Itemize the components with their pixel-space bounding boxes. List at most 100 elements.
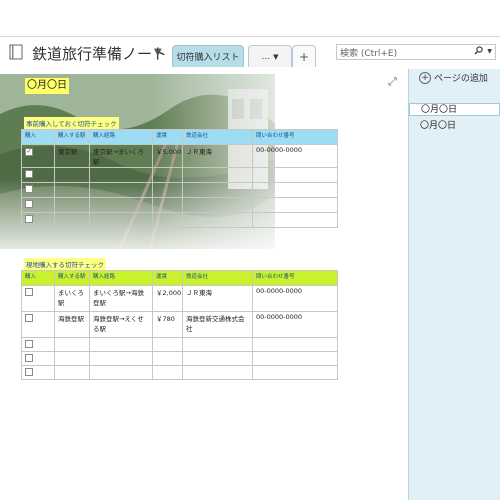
cell-route[interactable]: 東京駅→まいくろ駅	[89, 144, 153, 168]
cell-company[interactable]: ＪＲ東海	[182, 144, 253, 168]
cell-company[interactable]	[182, 197, 253, 213]
add-section-tab[interactable]: +	[292, 45, 316, 67]
cell-station[interactable]: まいくろ駅	[54, 285, 90, 312]
table-row[interactable]	[21, 197, 338, 213]
checkbox-cell[interactable]	[21, 285, 55, 312]
cell-fare[interactable]	[152, 212, 183, 228]
cell-route[interactable]	[89, 337, 153, 352]
cell-station[interactable]	[54, 337, 90, 352]
cell-fare[interactable]	[152, 337, 183, 352]
cell-fare[interactable]: ￥780	[152, 311, 183, 338]
cell-phone[interactable]: 00-0000-0000	[252, 311, 338, 338]
cell-station[interactable]	[54, 182, 90, 198]
table-row[interactable]: まいくろ駅 まいくろ駅→海鉄登駅 ￥2,000 ＪＲ東海 00-0000-0000	[21, 285, 338, 312]
search-icon[interactable]	[474, 46, 483, 58]
checkbox-cell[interactable]	[21, 337, 55, 352]
cell-station[interactable]	[54, 212, 90, 228]
checkbox[interactable]	[25, 368, 33, 376]
table-row[interactable]: 海鉄登駅 海鉄登駅→えくせる駅 ￥780 海鉄登新交通株式会社 00-0000-0000	[21, 311, 338, 338]
table-onsite-purchase[interactable]: 購入 購入する駅 購入経路 運賃 鉄道会社 問い合わせ番号 まいくろ駅 まいくろ駅…	[21, 270, 338, 380]
section2-label[interactable]: 現地購入する切符チェック	[24, 258, 106, 270]
cell-station[interactable]	[54, 365, 90, 380]
tab-ticket-list[interactable]: 切符購入リスト	[172, 45, 244, 67]
cell-route[interactable]	[89, 167, 153, 183]
cell-fare[interactable]	[152, 351, 183, 366]
checkbox-cell[interactable]	[21, 212, 55, 228]
cell-fare[interactable]: ￥2,000	[152, 285, 183, 312]
table-row[interactable]: ✓ 東京駅 東京駅→まいくろ駅 ￥5,000 ＪＲ東海 00-0000-0000	[21, 144, 338, 168]
checkbox[interactable]	[25, 314, 33, 322]
cell-company[interactable]	[182, 365, 253, 380]
cell-route[interactable]	[89, 212, 153, 228]
cell-company[interactable]	[182, 212, 253, 228]
cell-company[interactable]	[182, 167, 253, 183]
cell-phone[interactable]	[252, 337, 338, 352]
table-row[interactable]	[21, 167, 338, 183]
search-scope-chevron-icon[interactable]: ▼	[487, 48, 492, 55]
expand-icon[interactable]: ⤢	[388, 75, 397, 89]
search-input[interactable]: 検索 (Ctrl+E)	[340, 46, 397, 59]
checkbox[interactable]	[25, 200, 33, 208]
cell-route[interactable]	[89, 365, 153, 380]
cell-phone[interactable]	[252, 365, 338, 380]
cell-route[interactable]	[89, 197, 153, 213]
checkbox-cell[interactable]	[21, 365, 55, 380]
cell-route[interactable]: まいくろ駅→海鉄登駅	[89, 285, 153, 312]
cell-route[interactable]: 海鉄登駅→えくせる駅	[89, 311, 153, 338]
cell-company[interactable]	[182, 182, 253, 198]
checkbox-checked[interactable]: ✓	[25, 148, 33, 156]
cell-company[interactable]	[182, 337, 253, 352]
checkbox[interactable]	[25, 340, 33, 348]
cell-company[interactable]	[182, 351, 253, 366]
cell-station[interactable]: 海鉄登駅	[54, 311, 90, 338]
table-row[interactable]	[21, 182, 338, 198]
cell-fare[interactable]: ￥5,000	[152, 144, 183, 168]
cell-phone[interactable]	[252, 212, 338, 228]
add-page-button[interactable]: + ページの追加	[419, 71, 488, 84]
checkbox-cell[interactable]	[21, 197, 55, 213]
cell-station[interactable]	[54, 167, 90, 183]
checkbox[interactable]	[25, 185, 33, 193]
checkbox-cell[interactable]	[21, 351, 55, 366]
table-row[interactable]	[21, 212, 338, 228]
cell-fare[interactable]	[152, 167, 183, 183]
checkbox-cell[interactable]	[21, 167, 55, 183]
checkbox[interactable]	[25, 354, 33, 362]
checkbox-cell[interactable]: ✓	[21, 144, 55, 168]
cell-station[interactable]: 東京駅	[54, 144, 90, 168]
cell-station[interactable]	[54, 351, 90, 366]
cell-fare[interactable]	[152, 197, 183, 213]
cell-phone[interactable]: 00-0000-0000	[252, 144, 338, 168]
tab-more[interactable]: ... ▼	[248, 45, 292, 67]
cell-phone[interactable]: 00-0000-0000	[252, 285, 338, 312]
cell-fare[interactable]	[152, 182, 183, 198]
page-list-item[interactable]: 〇月〇日	[409, 120, 500, 133]
cell-fare[interactable]	[152, 365, 183, 380]
cell-phone[interactable]	[252, 167, 338, 183]
checkbox[interactable]	[25, 170, 33, 178]
page-canvas[interactable]: 〇月〇日 ⤢ 事前購入しておく切符チェック 購入 購入する駅 購入経路 運賃 鉄…	[0, 69, 408, 500]
notebook-icon[interactable]	[9, 44, 23, 60]
page-date[interactable]: 〇月〇日	[25, 78, 69, 94]
table-row[interactable]	[21, 365, 338, 380]
checkbox[interactable]	[25, 215, 33, 223]
notebook-title[interactable]: 鉄道旅行準備ノート	[32, 43, 167, 64]
cell-phone[interactable]	[252, 182, 338, 198]
page-list-item[interactable]: 〇月〇日	[409, 103, 500, 116]
cell-company[interactable]: 海鉄登新交通株式会社	[182, 311, 253, 338]
cell-station[interactable]	[54, 197, 90, 213]
checkbox-cell[interactable]	[21, 182, 55, 198]
cell-route[interactable]	[89, 182, 153, 198]
cell-route[interactable]	[89, 351, 153, 366]
search-box[interactable]: 検索 (Ctrl+E) ▼	[336, 44, 496, 60]
cell-phone[interactable]	[252, 197, 338, 213]
table-row[interactable]	[21, 351, 338, 366]
chevron-down-icon[interactable]: ▼	[154, 47, 162, 58]
cell-company[interactable]: ＪＲ東海	[182, 285, 253, 312]
section1-label[interactable]: 事前購入しておく切符チェック	[24, 117, 119, 129]
table-prepurchase[interactable]: 購入 購入する駅 購入経路 運賃 鉄道会社 問い合わせ番号 ✓ 東京駅 東京駅→まい…	[21, 129, 338, 228]
checkbox-cell[interactable]	[21, 311, 55, 338]
table-row[interactable]	[21, 337, 338, 352]
checkbox[interactable]	[25, 288, 33, 296]
cell-phone[interactable]	[252, 351, 338, 366]
